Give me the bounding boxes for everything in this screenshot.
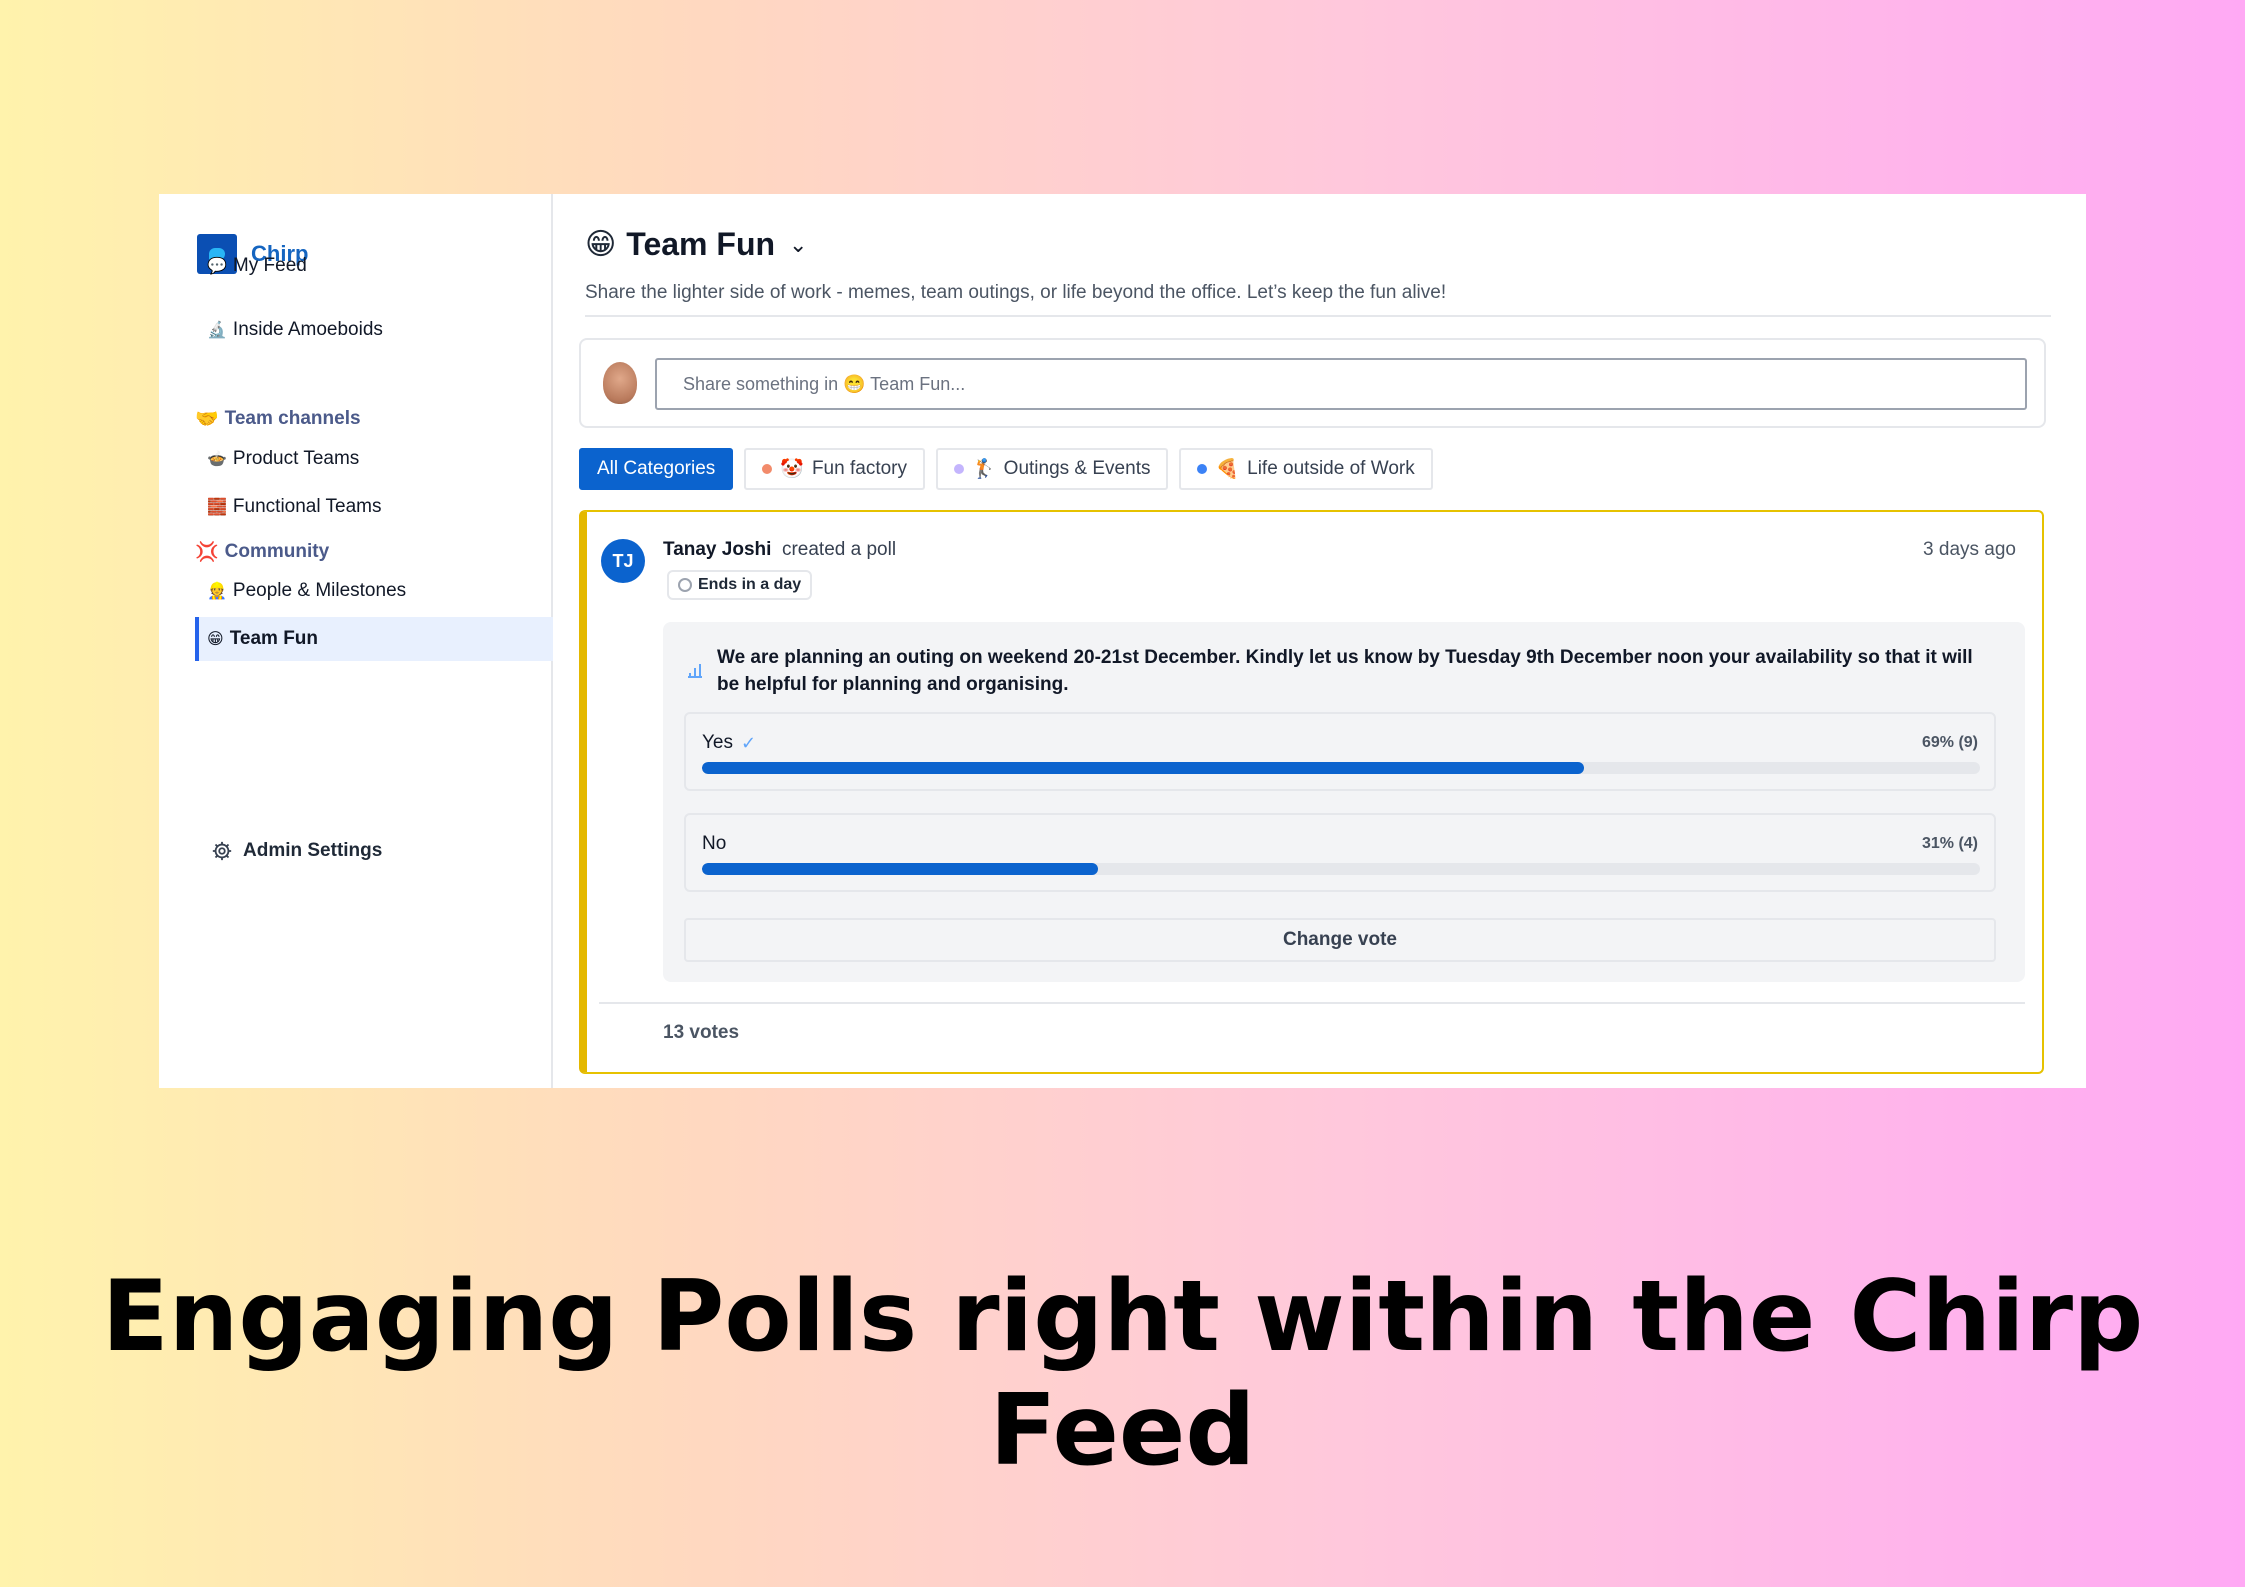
handshake-icon: 🤝 <box>195 409 219 430</box>
category-filters: All Categories 🤡 Fun factory 🏌️ Outings … <box>579 448 1433 490</box>
admin-settings-link[interactable]: Admin Settings <box>211 840 382 862</box>
post-composer: Share something in 😁 Team Fun... <box>579 338 2046 428</box>
poll-option-label-row: Yes ✓ <box>702 732 756 754</box>
poll-option-track <box>702 863 1980 875</box>
poll-option-no[interactable]: No 31% (4) <box>684 813 1996 892</box>
category-dot-icon <box>954 464 964 474</box>
sidebar-item-my-feed[interactable]: 💬 My Feed <box>207 246 307 286</box>
main-content: 😁 Team Fun ⌄ Share the lighter side of w… <box>579 194 2059 1088</box>
bricks-icon: 🧱 <box>207 499 227 516</box>
grin-icon: 😁 <box>585 228 617 261</box>
microscope-icon: 🔬 <box>207 322 227 339</box>
category-life-outside-work[interactable]: 🍕 Life outside of Work <box>1179 448 1433 490</box>
app-window: Chirp 💬 My Feed 🔬 Inside Amoeboids 🤝 Tea… <box>159 194 2086 1088</box>
anger-icon: 💢 <box>195 542 219 563</box>
avatar[interactable]: TJ <box>601 539 645 583</box>
vote-count: 13 votes <box>663 1022 740 1043</box>
avatar <box>603 362 637 404</box>
change-vote-button[interactable]: Change vote <box>684 918 1996 962</box>
poll-option-fill <box>702 863 1099 875</box>
grin-icon: 😁 <box>207 631 224 648</box>
poll-ends-badge: Ends in a day <box>667 570 813 600</box>
check-icon: ✓ <box>741 732 757 753</box>
category-dot-icon <box>762 464 773 474</box>
category-fun-factory[interactable]: 🤡 Fun factory <box>744 448 925 490</box>
poll-card: We are planning an outing on weekend 20-… <box>663 622 2025 982</box>
section-label: Team channels <box>224 408 361 429</box>
divider <box>585 315 2051 317</box>
post-timestamp: 3 days ago <box>1923 539 2016 560</box>
section-community[interactable]: 💢 Community <box>195 540 329 564</box>
section-label: Community <box>224 541 330 562</box>
channel-description: Share the lighter side of work - memes, … <box>585 282 1447 303</box>
category-all[interactable]: All Categories <box>579 448 734 490</box>
post-author[interactable]: Tanay Joshi <box>663 539 771 560</box>
category-label: Outings & Events <box>1003 458 1151 479</box>
poll-option-label-row: No <box>702 833 726 855</box>
channel-switcher[interactable]: 😁 Team Fun ⌄ <box>585 226 807 263</box>
clock-icon <box>678 578 692 592</box>
bar-chart-icon <box>688 664 702 678</box>
poll-ends-label: Ends in a day <box>698 576 802 593</box>
category-dot-icon <box>1197 464 1208 474</box>
gear-icon <box>212 841 232 861</box>
clown-icon: 🤡 <box>780 459 804 480</box>
page-title: Team Fun <box>626 226 776 262</box>
sidebar-item-label: Team Fun <box>229 628 319 649</box>
promo-headline: Engaging Polls right within the Chirp Fe… <box>101 1260 2144 1488</box>
sidebar-item-people-milestones[interactable]: 👷 People & Milestones <box>207 571 406 611</box>
pot-icon: 🍲 <box>207 451 227 468</box>
chevron-down-icon: ⌄ <box>789 231 808 257</box>
sidebar-item-label: My Feed <box>232 255 307 276</box>
sidebar-item-label: Product Teams <box>232 448 360 469</box>
sidebar-item-functional-teams[interactable]: 🧱 Functional Teams <box>207 487 381 527</box>
poll-post: TJ Tanay Joshi created a poll 3 days ago… <box>579 510 2044 1074</box>
composer-input[interactable]: Share something in 😁 Team Fun... <box>655 358 2027 410</box>
pizza-icon: 🍕 <box>1215 459 1240 480</box>
poll-option-percent: 69% (9) <box>1921 734 1978 751</box>
category-label: Life outside of Work <box>1247 458 1415 479</box>
sidebar-item-inside-amoeboids[interactable]: 🔬 Inside Amoeboids <box>207 310 383 350</box>
sidebar: Chirp 💬 My Feed 🔬 Inside Amoeboids 🤝 Tea… <box>159 194 553 1088</box>
admin-settings-label: Admin Settings <box>243 840 383 861</box>
post-header: Tanay Joshi created a poll <box>663 539 896 561</box>
poll-option-fill <box>702 762 1584 774</box>
section-team-channels[interactable]: 🤝 Team channels <box>195 407 361 431</box>
poll-option-yes[interactable]: Yes ✓ 69% (9) <box>684 712 1996 791</box>
category-outings-events[interactable]: 🏌️ Outings & Events <box>936 448 1169 490</box>
poll-option-percent: 31% (4) <box>1921 835 1978 852</box>
divider <box>599 1002 2025 1004</box>
speech-bubble-icon: 💬 <box>207 258 227 275</box>
sidebar-item-team-fun[interactable]: 😁 Team Fun <box>207 619 318 659</box>
sidebar-item-label: People & Milestones <box>232 580 407 601</box>
poll-option-track <box>702 762 1980 774</box>
poll-option-label: No <box>702 833 727 854</box>
sidebar-item-label: Functional Teams <box>232 496 382 517</box>
post-action: created a poll <box>781 539 897 560</box>
sidebar-item-label: Inside Amoeboids <box>232 319 383 340</box>
category-label: All Categories <box>597 458 716 479</box>
poll-option-label: Yes <box>702 732 733 753</box>
poll-question: We are planning an outing on weekend 20-… <box>717 647 1973 695</box>
sidebar-item-product-teams[interactable]: 🍲 Product Teams <box>207 439 359 479</box>
golfer-icon: 🏌️ <box>972 459 996 480</box>
worker-icon: 👷 <box>207 583 227 600</box>
category-label: Fun factory <box>811 458 907 479</box>
